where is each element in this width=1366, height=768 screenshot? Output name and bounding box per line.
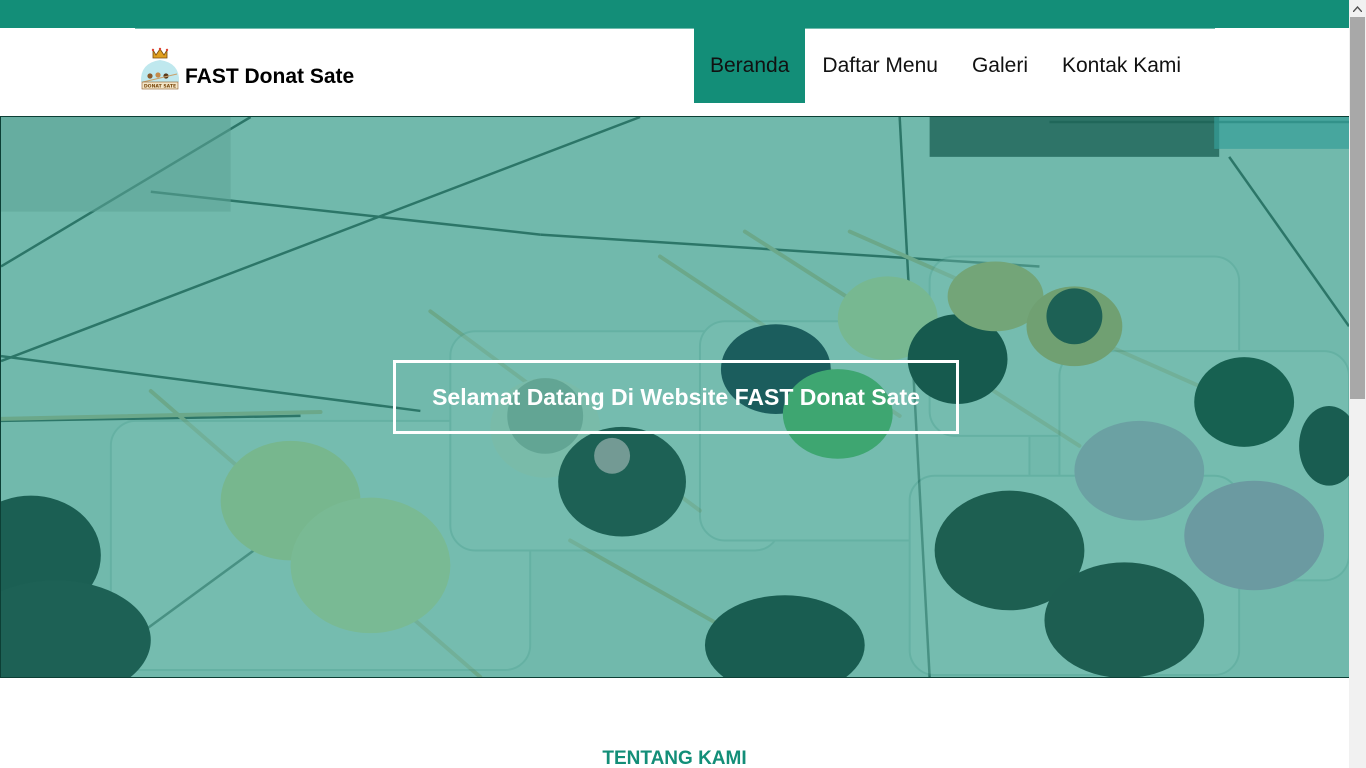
nav-item-beranda[interactable]: Beranda: [694, 28, 806, 103]
main-nav: Beranda Daftar Menu Galeri Kontak Kami: [694, 28, 1198, 103]
hero-banner: Selamat Datang Di Website FAST Donat Sat…: [0, 116, 1349, 678]
vertical-scrollbar[interactable]: [1349, 0, 1366, 768]
brand[interactable]: DONAT SATE FAST Donat Sate: [136, 46, 354, 92]
nav-item-daftar-menu[interactable]: Daftar Menu: [805, 28, 955, 103]
brand-name: FAST Donat Sate: [185, 65, 355, 88]
crown-logo-icon: DONAT SATE: [140, 47, 180, 90]
hero-title: Selamat Datang Di Website FAST Donat Sat…: [432, 383, 920, 410]
top-accent-bar: [0, 0, 1349, 28]
nav-item-galeri[interactable]: Galeri: [955, 28, 1045, 103]
chevron-up-icon[interactable]: [1349, 0, 1366, 17]
page: DONAT SATE FAST Donat Sate Beranda Dafta…: [0, 0, 1349, 768]
about-section-title: TENTANG KAMI: [602, 748, 747, 768]
scrollbar-thumb[interactable]: [1350, 17, 1365, 399]
nav-item-kontak-kami[interactable]: Kontak Kami: [1045, 28, 1198, 103]
site-header: DONAT SATE FAST Donat Sate Beranda Dafta…: [0, 28, 1349, 116]
logo-text: DONAT SATE: [144, 84, 176, 90]
hero-title-box: Selamat Datang Di Website FAST Donat Sat…: [393, 360, 959, 434]
